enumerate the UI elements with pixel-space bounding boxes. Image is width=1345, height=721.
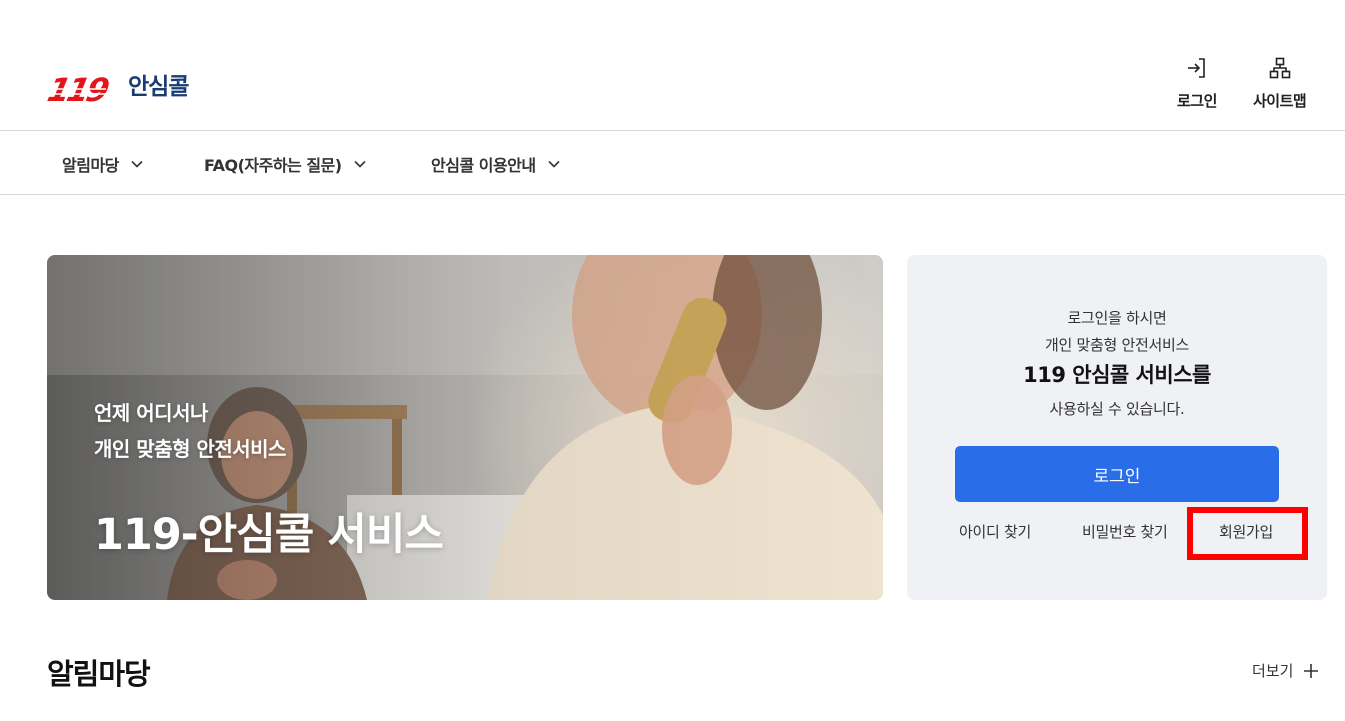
more-label: 더보기 [1252,662,1294,680]
login-panel-line1: 로그인을 하시면 [1067,309,1167,327]
signup-highlight-box [1187,507,1308,560]
login-panel-headline: 119 안심콜 서비스를 [1023,363,1211,387]
login-panel-line4: 사용하실 수 있습니다. [1049,400,1185,418]
plus-icon [1304,663,1319,678]
hero-banner: 언제 어디서나 개인 맞춤형 안전서비스 119-안심콜 서비스 [47,255,883,600]
chevron-down-icon [548,160,560,168]
hero-subtitle-line1: 언제 어디서나 [94,401,208,425]
nav-item-notice[interactable]: 알림마당 [62,132,143,195]
find-id-link[interactable]: 아이디 찾기 [959,521,1031,542]
svg-text:119: 119 [46,71,112,105]
logo-text: 안심콜 [128,74,189,100]
chevron-down-icon [131,160,143,168]
header: 119 안심콜 로그인 사이트맵 [0,0,1345,131]
login-link[interactable]: 로그인 [1177,56,1217,111]
login-arrow-icon [1187,58,1205,78]
nav-item-label: 안심콜 이용안내 [431,155,536,175]
main-nav: 알림마당 FAQ(자주하는 질문) 안심콜 이용안내 [0,132,1345,195]
sitemap-label: 사이트맵 [1253,92,1307,110]
login-panel-line2: 개인 맞춤형 안전서비스 [1045,336,1189,354]
sitemap-icon [1269,57,1290,79]
nav-item-label: FAQ(자주하는 질문) [204,155,342,175]
login-label: 로그인 [1177,92,1217,110]
notice-section-title: 알림마당 [47,657,151,691]
hero-title: 119-안심콜 서비스 [94,510,444,560]
nav-item-label: 알림마당 [62,155,119,175]
logo[interactable]: 119 안심콜 [46,62,189,106]
hero-subtitle-line2: 개인 맞춤형 안전서비스 [94,437,286,461]
more-link[interactable]: 더보기 [1252,660,1319,681]
find-password-link[interactable]: 비밀번호 찾기 [1082,521,1168,542]
sitemap-link[interactable]: 사이트맵 [1253,56,1307,111]
119-logo-mark: 119 [46,71,112,105]
chevron-down-icon [354,160,366,168]
nav-item-faq[interactable]: FAQ(자주하는 질문) [204,132,366,195]
hero-subtitle: 언제 어디서나 개인 맞춤형 안전서비스 [94,395,286,467]
nav-item-guide[interactable]: 안심콜 이용안내 [431,132,560,195]
login-button[interactable]: 로그인 [955,446,1279,502]
